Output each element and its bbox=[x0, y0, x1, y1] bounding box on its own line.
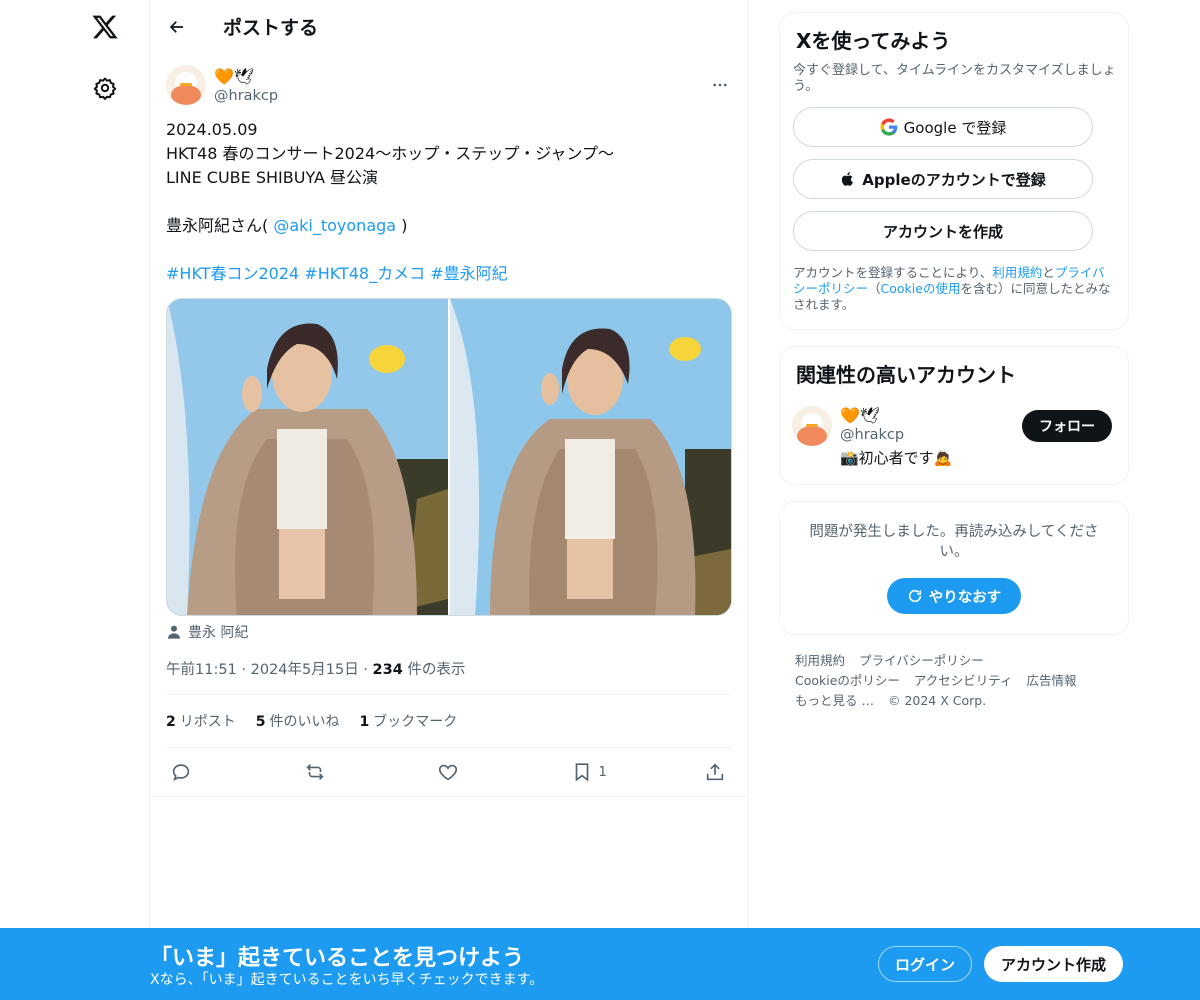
reposts-stat[interactable]: 2 リポスト bbox=[166, 711, 236, 731]
reply-icon bbox=[172, 764, 190, 781]
account-row[interactable]: 🧡🕊 @hrakcp 📸初心者です🙇 フォロー bbox=[792, 406, 1116, 468]
x-logo-icon[interactable] bbox=[88, 10, 122, 44]
left-nav bbox=[0, 0, 150, 1000]
signup-title: Xを使ってみよう bbox=[796, 29, 951, 53]
page-header: ポストする bbox=[150, 0, 748, 53]
post-meta: 午前11:51 · 2024年5月15日 · 234 件の表示 bbox=[166, 662, 466, 678]
copyright: © 2024 X Corp. bbox=[887, 693, 987, 708]
footer-more-link[interactable]: もっと見る … bbox=[795, 693, 874, 708]
apple-signup-button[interactable]: Appleのアカウントで登録 bbox=[793, 159, 1093, 199]
related-accounts-card: 関連性の高いアカウント 🧡🕊 @hrakcp 📸初心者です🙇 フォロー bbox=[779, 346, 1129, 485]
repost-icon bbox=[305, 764, 324, 780]
refresh-icon bbox=[908, 589, 921, 603]
footer-link[interactable]: アクセシビリティ bbox=[914, 673, 1013, 688]
views-count: 234 bbox=[372, 662, 403, 678]
google-icon bbox=[880, 118, 897, 136]
signup-button[interactable]: アカウント作成 bbox=[984, 946, 1123, 982]
tagged-person[interactable]: 豊永 阿紀 bbox=[166, 622, 732, 642]
post-media bbox=[166, 298, 732, 616]
post-stats: 2 リポスト 5 件のいいね 1 ブックマーク bbox=[166, 695, 732, 747]
footer-link[interactable]: プライバシーポリシー bbox=[859, 653, 984, 668]
post-text: 2024.05.09 HKT48 春のコンサート2024〜ホップ・ステップ・ジャ… bbox=[166, 118, 732, 286]
views-label: 件の表示 bbox=[407, 662, 466, 678]
create-account-button[interactable]: アカウントを作成 bbox=[793, 211, 1093, 251]
bookmark-count: 1 bbox=[598, 764, 607, 780]
more-icon[interactable] bbox=[708, 73, 732, 97]
main-column: ポストする 🧡🕊 @hrakcp 2024.05.09 HKT48 春のコンサー… bbox=[149, 0, 749, 1000]
avatar[interactable] bbox=[166, 65, 206, 105]
apple-icon bbox=[842, 172, 854, 186]
bookmark-icon bbox=[575, 763, 588, 782]
signup-card: Xを使ってみよう 今すぐ登録して、タイムラインをカスタマイズしましょう。 Goo… bbox=[779, 12, 1129, 330]
post-photo-2[interactable] bbox=[450, 299, 731, 615]
gear-icon[interactable] bbox=[90, 73, 120, 103]
arrow-left-icon[interactable] bbox=[166, 16, 188, 38]
tagged-person-name: 豊永 阿紀 bbox=[188, 625, 249, 641]
error-message: 問題が発生しました。再読み込みしてください。 bbox=[809, 524, 1099, 560]
post-time[interactable]: 午前11:51 bbox=[166, 662, 237, 678]
post-text-line: HKT48 春のコンサート2024〜ホップ・ステップ・ジャンプ〜 bbox=[166, 144, 614, 163]
right-sidebar: Xを使ってみよう 今すぐ登録して、タイムラインをカスタマイズしましょう。 Goo… bbox=[779, 12, 1129, 711]
heart-icon bbox=[438, 764, 458, 781]
footer-link[interactable]: 広告情報 bbox=[1027, 673, 1077, 688]
login-button[interactable]: ログイン bbox=[878, 946, 972, 982]
likes-stat[interactable]: 5 件のいいね bbox=[256, 711, 340, 731]
footer-link[interactable]: Cookieのポリシー bbox=[795, 673, 900, 688]
share-icon bbox=[706, 763, 724, 781]
post-text-line: 2024.05.09 bbox=[166, 120, 258, 139]
retry-button[interactable]: やりなおす bbox=[887, 578, 1021, 614]
hashtag-link[interactable]: #HKT48_カメコ bbox=[304, 264, 425, 283]
post-actions: 1 bbox=[166, 748, 732, 796]
hashtag-line: #HKT春コン2024 #HKT48_カメコ #豊永阿紀 bbox=[166, 262, 732, 286]
author-name[interactable]: 🧡🕊 bbox=[214, 67, 278, 87]
account-bio: 📸初心者です🙇 bbox=[840, 449, 953, 467]
bookmarks-stat[interactable]: 1 ブックマーク bbox=[360, 711, 458, 731]
mention-link[interactable]: @aki_toyonaga bbox=[273, 216, 396, 235]
post-photo-1[interactable] bbox=[167, 299, 448, 615]
post: 🧡🕊 @hrakcp 2024.05.09 HKT48 春のコンサート2024〜… bbox=[150, 53, 748, 797]
footer: 利用規約 プライバシーポリシー Cookieのポリシー アクセシビリティ 広告情… bbox=[779, 651, 1129, 711]
mention-line: 豊永阿紀さん( @aki_toyonaga ) bbox=[166, 216, 408, 235]
divider bbox=[150, 796, 748, 797]
follow-button[interactable]: フォロー bbox=[1022, 410, 1112, 442]
account-name[interactable]: 🧡🕊 bbox=[840, 406, 952, 426]
hashtag-link[interactable]: #HKT春コン2024 bbox=[166, 264, 299, 283]
repost-button[interactable] bbox=[304, 761, 344, 783]
terms-link[interactable]: 利用規約 bbox=[992, 265, 1042, 280]
related-title: 関連性の高いアカウント bbox=[796, 363, 1016, 387]
post-text-line: LINE CUBE SHIBUYA 昼公演 bbox=[166, 168, 379, 187]
signup-subtitle: 今すぐ登録して、タイムラインをカスタマイズしましょう。 bbox=[793, 63, 1116, 94]
page-title: ポストする bbox=[223, 17, 319, 39]
footer-link[interactable]: 利用規約 bbox=[795, 653, 845, 668]
error-card: 問題が発生しました。再読み込みしてください。 やりなおす bbox=[779, 501, 1129, 635]
author-handle[interactable]: @hrakcp bbox=[214, 88, 278, 104]
reply-button[interactable] bbox=[170, 761, 210, 783]
bookmark-button[interactable]: 1 bbox=[571, 761, 611, 783]
person-icon bbox=[168, 625, 180, 639]
like-button[interactable] bbox=[437, 761, 477, 783]
signup-banner: 「いま」起きていることを見つけよう Xなら、「いま」起きていることをいち早くチェ… bbox=[0, 928, 1200, 1000]
post-date[interactable]: 2024年5月15日 bbox=[251, 662, 359, 678]
avatar[interactable] bbox=[792, 406, 832, 446]
google-signup-button[interactable]: Google で登録 bbox=[793, 107, 1093, 147]
account-handle[interactable]: @hrakcp bbox=[840, 427, 952, 443]
hashtag-link[interactable]: #豊永阿紀 bbox=[430, 264, 507, 283]
post-author: 🧡🕊 @hrakcp bbox=[166, 53, 732, 117]
share-button[interactable] bbox=[704, 761, 728, 783]
banner-subtitle: Xなら、「いま」起きていることをいち早くチェックできます。 bbox=[150, 972, 544, 988]
cookie-link[interactable]: Cookieの使用 bbox=[881, 281, 961, 296]
banner-title: 「いま」起きていることを見つけよう bbox=[150, 946, 525, 971]
terms-text: アカウントを登録することにより、利用規約とプライバシーポリシー（Cookieの使… bbox=[793, 265, 1111, 312]
